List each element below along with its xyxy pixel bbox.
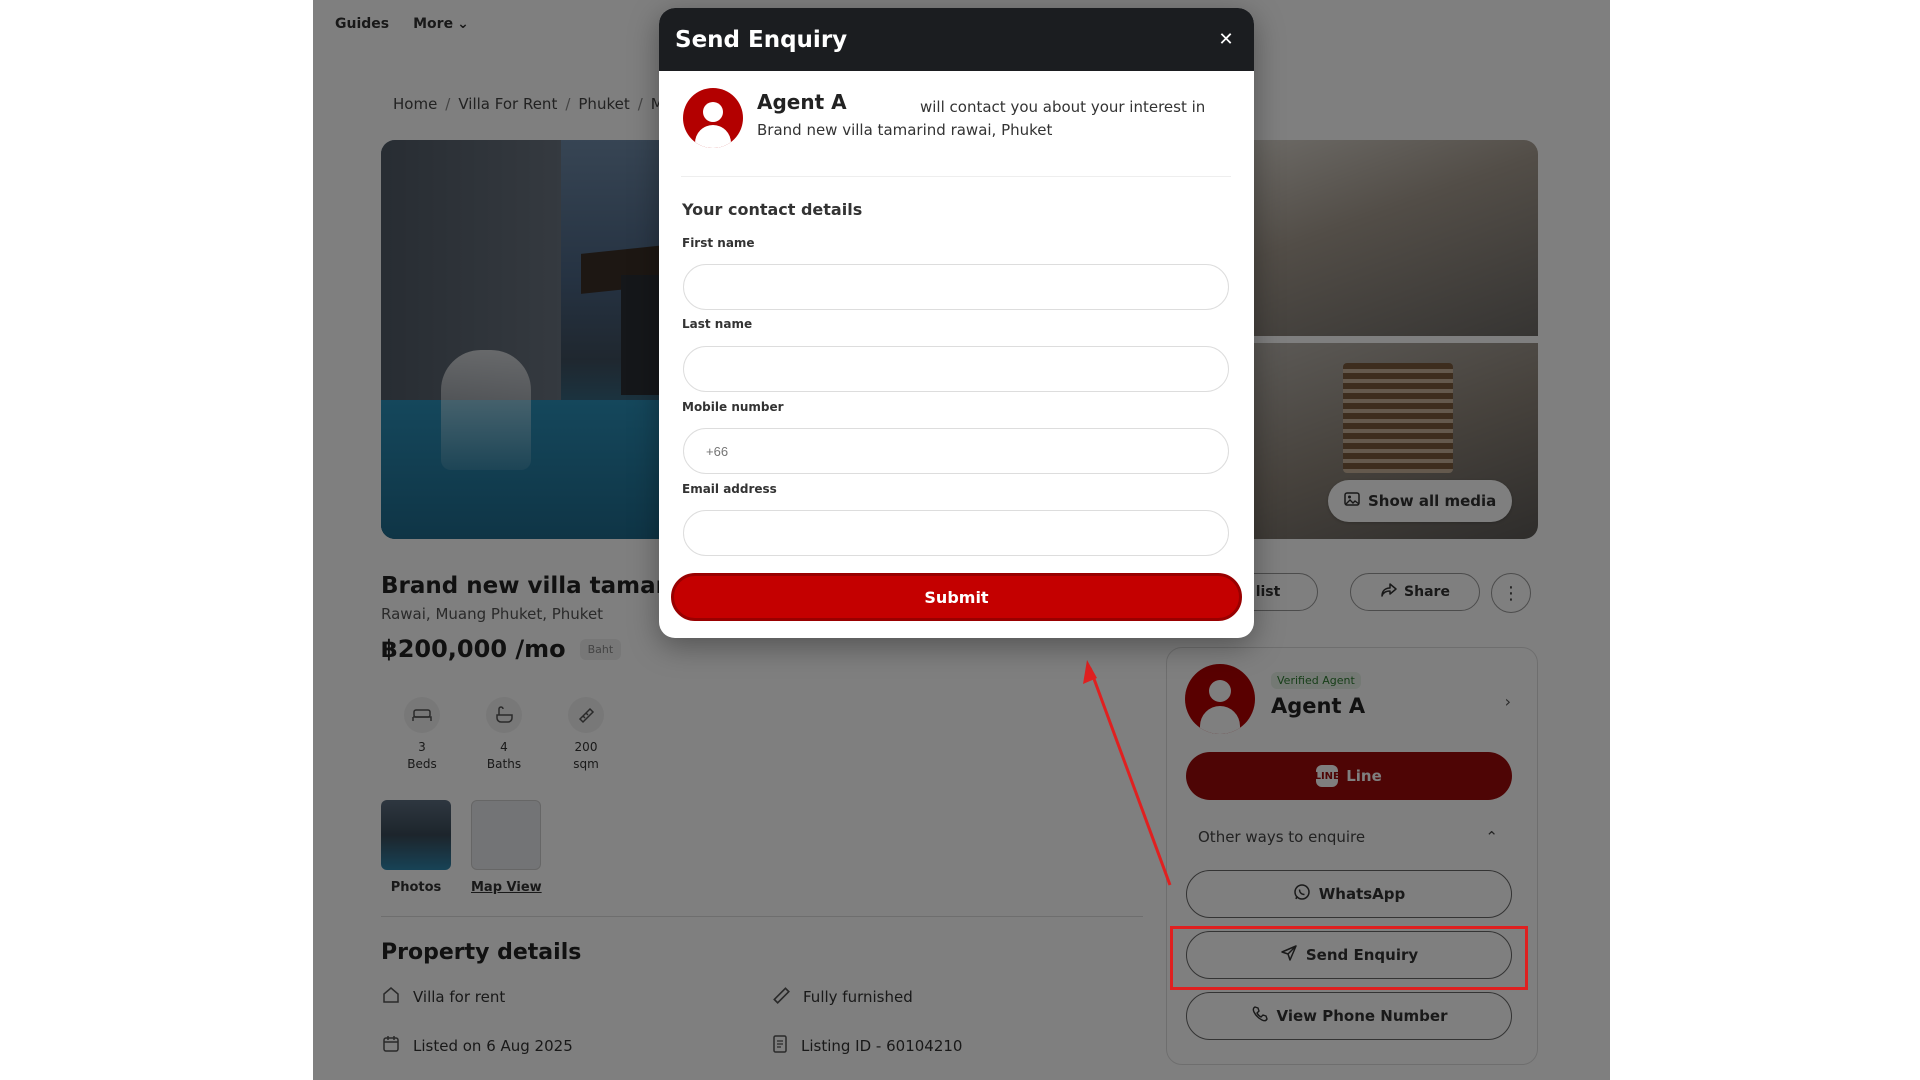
modal-header: Send Enquiry ✕	[659, 8, 1254, 71]
first-name-field[interactable]	[683, 264, 1229, 310]
last-name-field[interactable]	[683, 346, 1229, 392]
mobile-number-field[interactable]	[683, 428, 1229, 474]
email-label: Email address	[682, 482, 777, 496]
last-name-label: Last name	[682, 317, 753, 331]
send-enquiry-modal: Send Enquiry ✕ Agent A will contact you …	[659, 8, 1254, 638]
contact-details-title: Your contact details	[682, 200, 863, 219]
modal-agent-name: Agent A	[757, 90, 847, 114]
modal-contact-text: will contact you about your interest in	[920, 98, 1206, 116]
mobile-label: Mobile number	[682, 400, 784, 414]
first-name-label: First name	[682, 236, 755, 250]
annotation-highlight	[1170, 926, 1528, 990]
submit-button[interactable]: Submit	[671, 573, 1242, 621]
email-field[interactable]	[683, 510, 1229, 556]
modal-agent-avatar	[683, 88, 743, 148]
modal-title: Send Enquiry	[675, 26, 848, 53]
modal-divider	[681, 176, 1231, 177]
modal-property-name: Brand new villa tamarind rawai, Phuket	[757, 121, 1053, 139]
screen: Guides More⌄ Home/ Villa For Rent/ Phuke…	[0, 0, 1920, 1080]
modal-agent-info: Agent A will contact you about your inte…	[683, 88, 1233, 168]
close-icon[interactable]: ✕	[1214, 29, 1238, 50]
